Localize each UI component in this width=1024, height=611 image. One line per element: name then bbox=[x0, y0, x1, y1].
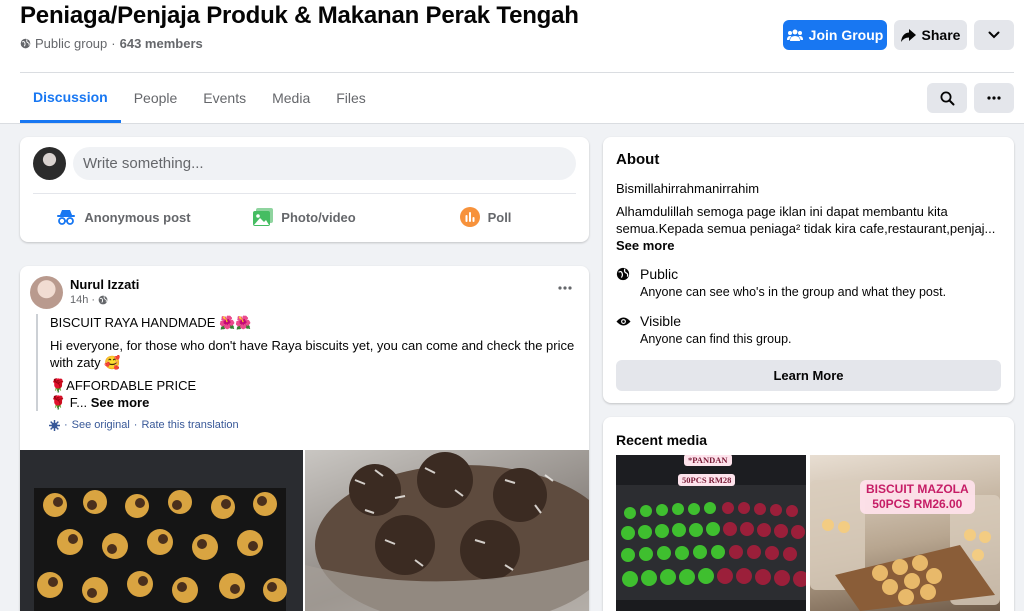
post-time-separator: · bbox=[91, 294, 96, 306]
globe-icon bbox=[98, 295, 108, 305]
recent-media-card: Recent media *PANDAN 50PCS RM28 BISCUIT … bbox=[603, 417, 1014, 611]
incognito-icon bbox=[57, 210, 76, 225]
media-label-price-2: 50PCS RM26.00 bbox=[872, 497, 963, 511]
rate-translation-link[interactable]: Rate this translation bbox=[141, 419, 238, 431]
about-description: Bismillahirrahmanirrahim Alhamdulillah s… bbox=[616, 180, 1001, 254]
gear-icon bbox=[49, 419, 60, 431]
photo-icon bbox=[253, 208, 274, 226]
translation-bar: · See original · Rate this translation bbox=[49, 419, 239, 431]
group-tabs: Discussion People Events Media Files bbox=[20, 73, 379, 123]
share-button[interactable]: Share bbox=[894, 20, 967, 50]
poll-label: Poll bbox=[487, 209, 512, 225]
group-search-button[interactable] bbox=[927, 83, 967, 113]
about-title: About bbox=[616, 151, 660, 168]
media-label-pandan: *PANDAN bbox=[684, 455, 732, 466]
search-icon bbox=[940, 91, 954, 105]
about-line-2: Alhamdulillah semoga page iklan ini dapa… bbox=[616, 204, 996, 236]
post-bullet-2-line: 🌹 F... See more bbox=[50, 394, 576, 411]
translation-separator: · bbox=[64, 419, 68, 431]
composer-divider bbox=[33, 193, 576, 194]
post-paragraph: Hi everyone, for those who don't have Ra… bbox=[50, 338, 575, 370]
group-meta: Public group · 643 members bbox=[20, 36, 203, 51]
recent-media-thumbnail-1[interactable]: *PANDAN 50PCS RM28 bbox=[616, 455, 806, 611]
about-see-more-link[interactable]: See more bbox=[616, 237, 1001, 254]
see-more-link[interactable]: See more bbox=[91, 395, 150, 410]
see-original-link[interactable]: See original bbox=[72, 419, 130, 431]
tab-people[interactable]: People bbox=[121, 73, 191, 123]
group-title[interactable]: Peniaga/Penjaja Produk & Makanan Perak T… bbox=[20, 2, 579, 30]
public-title: Public bbox=[640, 266, 679, 282]
biscuit-photo-image bbox=[34, 488, 287, 611]
tab-discussion[interactable]: Discussion bbox=[20, 73, 121, 123]
tab-events[interactable]: Events bbox=[190, 73, 259, 123]
more-dots-icon bbox=[558, 286, 572, 290]
post-headline: BISCUIT RAYA HANDMADE 🌺🌺 bbox=[50, 315, 252, 330]
post-time-text[interactable]: 14h bbox=[70, 294, 88, 306]
composer-actions: Anonymous post Photo/video Poll bbox=[33, 199, 576, 235]
cookie-jar-image bbox=[305, 452, 589, 611]
learn-more-button[interactable]: Learn More bbox=[616, 360, 1001, 391]
write-something-input[interactable]: Write something... bbox=[73, 147, 576, 180]
visible-title: Visible bbox=[640, 313, 681, 329]
mazola-cookies-image bbox=[810, 480, 1000, 611]
share-label: Share bbox=[921, 27, 961, 43]
join-group-button[interactable]: Join Group bbox=[783, 20, 887, 50]
post-author-name[interactable]: Nurul Izzati bbox=[70, 277, 139, 292]
member-count[interactable]: 643 members bbox=[120, 36, 203, 51]
more-dots-icon bbox=[987, 96, 1001, 100]
header-more-button[interactable] bbox=[974, 20, 1014, 50]
group-header: Peniaga/Penjaja Produk & Makanan Perak T… bbox=[0, 0, 1024, 124]
poll-icon bbox=[459, 207, 480, 227]
post-photo-biscuits-tray[interactable] bbox=[20, 450, 303, 611]
media-label-mazola: BISCUIT MAZOLA 50PCS RM26.00 bbox=[860, 480, 975, 514]
join-group-label: Join Group bbox=[808, 27, 884, 43]
post-timestamp: 14h · bbox=[70, 294, 108, 306]
group-privacy: Public group bbox=[35, 36, 108, 51]
post-author-avatar[interactable] bbox=[30, 276, 63, 309]
post-bullet-1: 🌹AFFORDABLE PRICE bbox=[50, 378, 197, 393]
meta-separator: · bbox=[111, 36, 116, 51]
anonymous-post-button[interactable]: Anonymous post bbox=[33, 199, 214, 235]
recent-media-title: Recent media bbox=[616, 432, 708, 448]
chevron-down-icon bbox=[988, 31, 1000, 39]
avatar[interactable] bbox=[33, 147, 66, 180]
photo-video-label: Photo/video bbox=[281, 209, 356, 225]
media-label-price-1: 50PCS RM28 bbox=[678, 474, 736, 486]
feed-post: Nurul Izzati 14h · BISCUIT RAYA HANDMADE… bbox=[20, 266, 589, 611]
eye-icon bbox=[616, 317, 631, 326]
post-bullet-2: 🌹 F... bbox=[50, 395, 88, 410]
visible-description: Anyone can find this group. bbox=[640, 332, 792, 346]
poll-button[interactable]: Poll bbox=[395, 199, 576, 235]
photo-video-button[interactable]: Photo/video bbox=[214, 199, 395, 235]
post-text: BISCUIT RAYA HANDMADE 🌺🌺 Hi everyone, fo… bbox=[36, 314, 576, 411]
public-description: Anyone can see who's in the group and wh… bbox=[640, 285, 947, 299]
post-options-button[interactable] bbox=[554, 280, 576, 296]
tabs-more-button[interactable] bbox=[974, 83, 1014, 113]
translation-separator: · bbox=[133, 419, 138, 431]
tab-files[interactable]: Files bbox=[323, 73, 379, 123]
globe-icon bbox=[616, 267, 630, 281]
share-icon bbox=[900, 28, 916, 42]
people-icon bbox=[786, 29, 803, 41]
recent-media-thumbnail-2[interactable]: BISCUIT MAZOLA 50PCS RM26.00 bbox=[810, 455, 1000, 611]
post-composer: Write something... Anonymous post Photo/… bbox=[20, 137, 589, 242]
about-card: About Bismillahirrahmanirrahim Alhamduli… bbox=[603, 137, 1014, 403]
anonymous-post-label: Anonymous post bbox=[84, 209, 191, 225]
media-label-mazola-name: BISCUIT MAZOLA bbox=[866, 482, 969, 496]
globe-icon bbox=[20, 38, 31, 49]
post-photo-biscuits-jar[interactable] bbox=[305, 450, 589, 611]
about-line-1: Bismillahirrahmanirrahim bbox=[616, 181, 760, 196]
tab-media[interactable]: Media bbox=[259, 73, 323, 123]
